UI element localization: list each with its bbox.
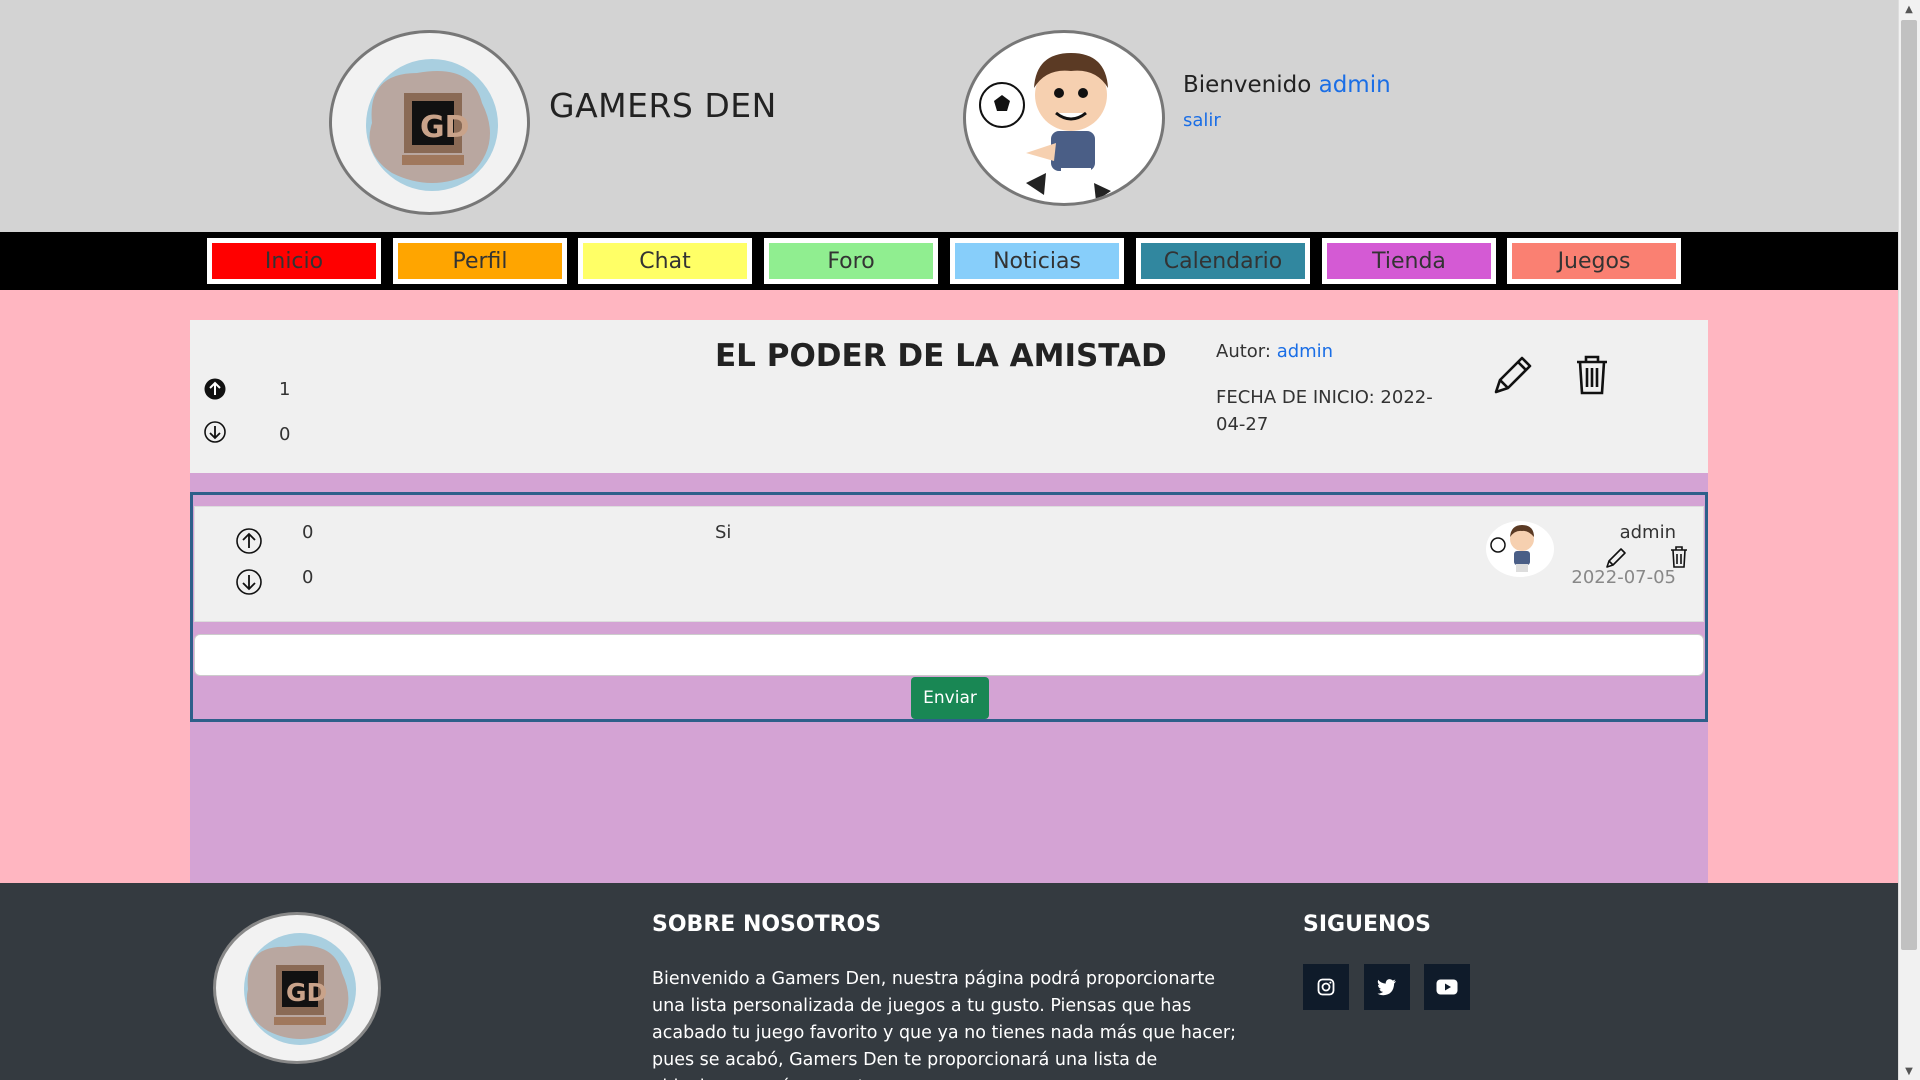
nav-label: Tienda [1372,248,1446,274]
scroll-thumb[interactable] [1901,20,1917,950]
youtube-icon [1436,979,1458,995]
logout-link[interactable]: salir [1183,110,1221,131]
nav-item-juegos[interactable]: Juegos [1507,238,1681,284]
welcome-text: Bienvenido admin [1183,72,1391,98]
youtube-button[interactable] [1424,964,1470,1010]
site-header [0,0,1898,232]
scroll-up-arrow[interactable]: ▲ [1898,0,1920,18]
nav-item-tienda[interactable]: Tienda [1322,238,1496,284]
about-text: Bienvenido a Gamers Den, nuestra página … [652,969,1236,1080]
instagram-icon [1317,978,1335,996]
footer-logo: GD [213,912,381,1064]
nav-label: Inicio [264,248,324,274]
comment-date: 2022-07-05 [1571,567,1676,588]
main-nav: Inicio Perfil Chat Foro Noticias Calenda… [0,232,1898,290]
comment-upvote-icon[interactable] [236,528,262,554]
svg-text:GD: GD [420,110,470,145]
comment-downvote-icon[interactable] [236,569,262,595]
comment-downvote-count: 0 [302,567,314,588]
downvote-icon[interactable] [204,421,226,443]
user-name-link[interactable]: admin [1319,72,1391,98]
thread-title: EL PODER DE LA AMISTAD [715,338,1167,374]
comment-upvote-count: 0 [302,522,314,543]
delete-thread-icon[interactable] [1574,354,1610,396]
author-link[interactable]: admin [1277,341,1333,362]
twitter-icon [1377,979,1396,996]
nav-label: Chat [639,248,691,274]
nav-label: Noticias [993,248,1081,274]
edit-comment-icon[interactable] [1604,546,1628,570]
twitter-button[interactable] [1364,964,1410,1010]
nav-label: Perfil [452,248,508,274]
nav-item-foro[interactable]: Foro [764,238,938,284]
upvote-icon[interactable] [204,378,226,400]
thread-downvote-count: 0 [279,424,291,445]
edit-thread-icon[interactable] [1490,354,1534,398]
send-button[interactable]: Enviar [911,677,989,719]
instagram-button[interactable] [1303,964,1349,1010]
nav-item-noticias[interactable]: Noticias [950,238,1124,284]
site-title: GAMERS DEN [549,86,777,125]
thread-start-date: FECHA DE INICIO: 2022-04-27 [1216,387,1433,435]
site-logo[interactable]: GD [329,30,530,215]
nav-item-chat[interactable]: Chat [578,238,752,284]
nav-item-inicio[interactable]: Inicio [207,238,381,284]
nav-item-perfil[interactable]: Perfil [393,238,567,284]
comment-author: admin [1619,522,1676,543]
about-heading: SOBRE NOSOTROS [652,912,882,937]
nav-item-calendario[interactable]: Calendario [1136,238,1310,284]
svg-text:GD: GD [286,978,327,1007]
follow-heading: SIGUENOS [1303,912,1431,937]
welcome-prefix: Bienvenido [1183,72,1312,98]
delete-comment-icon[interactable] [1669,545,1689,569]
nav-label: Foro [827,248,875,274]
comment-input[interactable] [194,634,1704,676]
user-avatar[interactable] [963,30,1165,206]
thread-author: Autor: admin [1216,341,1333,362]
thread-upvote-count: 1 [279,379,291,400]
nav-label: Juegos [1557,248,1631,274]
author-prefix: Autor: [1216,341,1271,362]
comment-card [194,506,1704,622]
scroll-down-arrow[interactable]: ▼ [1898,1062,1920,1080]
comment-text: Si [715,522,732,543]
comment-avatar [1486,521,1554,577]
nav-label: Calendario [1163,248,1283,274]
